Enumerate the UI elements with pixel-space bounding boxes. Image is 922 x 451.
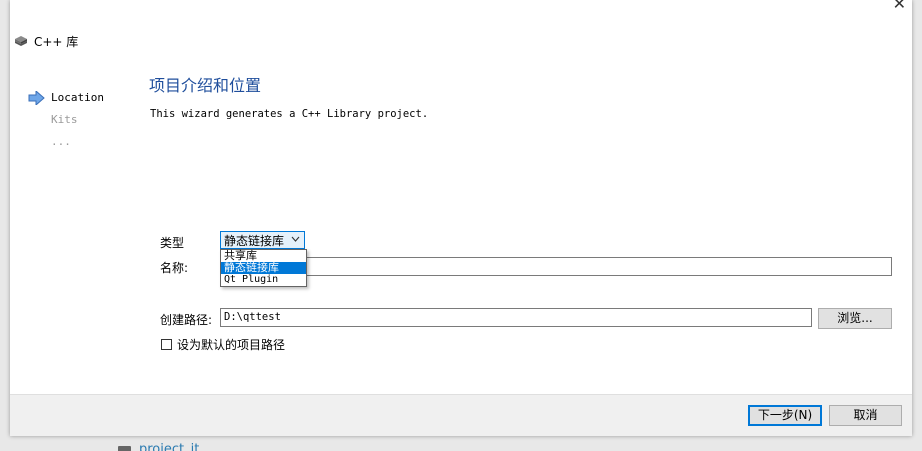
close-icon[interactable]: ✕ [893,0,906,13]
wizard-steps: Location Kits ... [28,90,104,156]
step-label: Kits [51,113,78,126]
arrow-right-icon [28,91,45,105]
browse-button[interactable]: 浏览... [818,308,892,329]
name-input[interactable] [220,257,892,276]
type-combobox[interactable]: 静态链接库 [220,231,305,249]
page-description: This wizard generates a C++ Library proj… [150,108,429,120]
type-option-qt-plugin[interactable]: Qt Plugin [221,274,306,286]
cube-stack-icon [15,36,27,46]
name-label: 名称: [160,261,189,275]
cancel-button[interactable]: 取消 [829,405,902,426]
folder-icon [118,446,131,451]
dialog-title: C++ 库 [14,33,78,50]
page-title: 项目介绍和位置 [149,76,262,95]
step-kits: Kits [28,112,104,134]
project-tree-label: project_it [139,442,200,451]
path-label: 创建路径: [160,313,213,327]
type-combo-value: 静态链接库 [224,233,285,248]
step-label: ... [51,135,71,148]
step-location: Location [28,90,104,112]
dialog-footer: 下一步(N) 取消 [10,394,912,436]
dialog-title-text: C++ 库 [34,35,79,49]
type-option-static[interactable]: 静态链接库 [221,262,306,274]
chevron-down-icon [291,236,300,242]
path-input[interactable]: D:\qttest [220,308,812,327]
wizard-dialog: ✕ C++ 库 Location Kits ... 项目介绍和位置 This w… [10,0,912,436]
default-path-label: 设为默认的项目路径 [177,338,286,352]
next-button[interactable]: 下一步(N) [748,405,822,426]
step-label: Location [51,91,104,104]
step-more: ... [28,134,104,156]
type-label: 类型 [160,236,185,250]
default-path-checkbox[interactable] [161,339,172,350]
default-path-row: 设为默认的项目路径 [161,336,285,353]
type-dropdown-list: 共享库 静态链接库 Qt Plugin [220,249,307,287]
project-tree-item[interactable]: project_it [118,440,199,451]
